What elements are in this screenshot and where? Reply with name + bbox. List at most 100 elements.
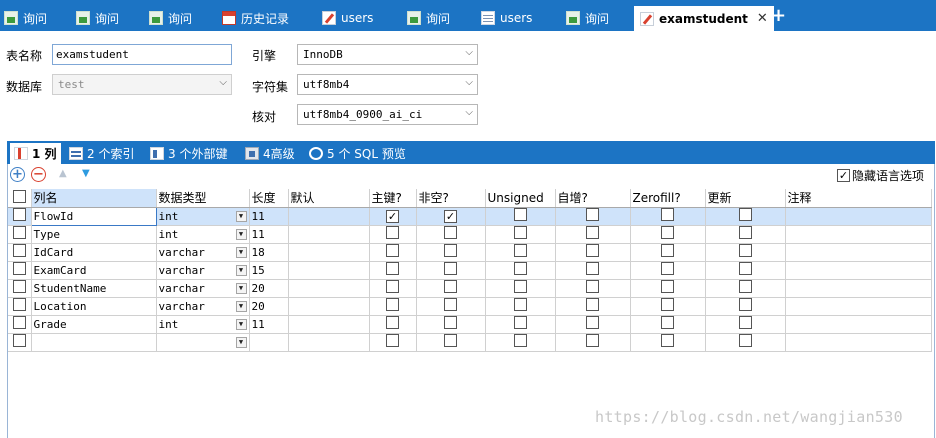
zerofill-checkbox[interactable] — [661, 334, 674, 347]
engine-select[interactable]: InnoDB ⌵ — [297, 44, 478, 65]
zerofill-checkbox[interactable] — [661, 226, 674, 239]
tab-query-2[interactable]: 询问 — [76, 6, 119, 30]
table-row[interactable]: ExamCard varchar ▼ 15 — [8, 261, 932, 280]
on-update-checkbox[interactable] — [738, 226, 752, 239]
row-select-cell[interactable] — [8, 243, 32, 262]
column-name-cell[interactable]: Location — [31, 297, 157, 316]
row-select-checkbox[interactable] — [12, 226, 26, 239]
length-cell[interactable]: 15 — [249, 261, 289, 280]
not-null-checkbox[interactable] — [444, 316, 457, 329]
not-null-cell[interactable] — [416, 243, 486, 262]
not-null-cell[interactable] — [416, 279, 486, 298]
header-auto-increment[interactable]: 自增? — [555, 189, 631, 208]
primary-key-cell[interactable] — [369, 225, 417, 244]
comment-cell[interactable] — [785, 297, 932, 316]
auto-increment-checkbox[interactable] — [586, 226, 599, 239]
charset-select[interactable]: utf8mb4 ⌵ — [297, 74, 478, 95]
not-null-cell[interactable] — [416, 225, 486, 244]
primary-key-cell[interactable] — [369, 297, 417, 316]
move-down-button[interactable]: ▼ — [82, 168, 90, 179]
tab-sql-preview[interactable]: 5 个 SQL 预览 — [309, 144, 406, 163]
primary-key-cell[interactable] — [369, 243, 417, 262]
on-update-cell[interactable] — [705, 225, 786, 244]
on-update-checkbox[interactable] — [738, 208, 752, 221]
length-cell[interactable]: 11 — [249, 225, 289, 244]
chevron-down-icon[interactable]: ▼ — [235, 282, 247, 294]
unsigned-checkbox[interactable] — [513, 226, 527, 239]
row-select-cell[interactable] — [8, 333, 32, 352]
select-all-cell[interactable] — [8, 189, 32, 208]
zerofill-cell[interactable] — [630, 333, 706, 352]
tab-users-grid[interactable]: users — [481, 6, 532, 30]
primary-key-checkbox[interactable] — [386, 226, 399, 239]
length-cell[interactable]: 18 — [249, 243, 289, 262]
table-name-field[interactable]: examstudent — [52, 44, 232, 65]
row-select-checkbox[interactable] — [12, 316, 26, 329]
data-type-cell[interactable]: varchar ▼ — [156, 279, 250, 298]
row-select-cell[interactable] — [8, 297, 32, 316]
zerofill-checkbox[interactable] — [661, 262, 674, 275]
on-update-checkbox[interactable] — [738, 262, 752, 275]
collation-select[interactable]: utf8mb4_0900_ai_ci ⌵ — [297, 104, 478, 125]
tab-examstudent[interactable]: examstudent ✕ — [634, 6, 774, 31]
tab-advanced[interactable]: 4高级 — [245, 144, 295, 163]
header-comment[interactable]: 注释 — [785, 189, 932, 208]
on-update-cell[interactable] — [705, 243, 786, 262]
comment-cell[interactable] — [785, 279, 932, 298]
zerofill-cell[interactable] — [630, 225, 706, 244]
primary-key-checkbox[interactable] — [386, 262, 399, 275]
table-row[interactable]: Location varchar ▼ 20 — [8, 297, 932, 316]
unsigned-cell[interactable] — [485, 279, 556, 298]
table-row[interactable]: StudentName varchar ▼ 20 — [8, 279, 932, 298]
auto-increment-checkbox[interactable] — [586, 334, 599, 347]
comment-cell[interactable] — [785, 261, 932, 280]
unsigned-cell[interactable] — [485, 243, 556, 262]
default-cell[interactable] — [288, 297, 370, 316]
length-cell[interactable]: 11 — [249, 315, 289, 334]
data-type-cell[interactable]: ▼ — [156, 333, 250, 352]
row-select-checkbox[interactable] — [12, 262, 26, 275]
table-row[interactable]: IdCard varchar ▼ 18 — [8, 243, 932, 262]
default-cell[interactable] — [288, 315, 370, 334]
row-select-cell[interactable] — [8, 207, 32, 226]
on-update-cell[interactable] — [705, 333, 786, 352]
row-select-checkbox[interactable] — [12, 280, 26, 293]
unsigned-checkbox[interactable] — [513, 298, 527, 311]
not-null-checkbox[interactable] — [444, 244, 457, 257]
auto-increment-checkbox[interactable] — [586, 298, 599, 311]
zerofill-checkbox[interactable] — [661, 316, 674, 329]
tab-foreign-keys[interactable]: 3 个外部键 — [150, 144, 227, 163]
row-select-cell[interactable] — [8, 261, 32, 280]
default-cell[interactable] — [288, 261, 370, 280]
not-null-cell[interactable] — [416, 297, 486, 316]
length-cell[interactable]: 20 — [249, 297, 289, 316]
chevron-down-icon[interactable]: ▼ — [235, 264, 247, 276]
tab-query-4[interactable]: 询问 — [407, 6, 450, 30]
row-select-checkbox[interactable] — [12, 334, 26, 347]
delete-column-button[interactable]: − — [31, 167, 46, 182]
header-zerofill[interactable]: Zerofill? — [630, 189, 706, 208]
tab-columns[interactable]: 1 列 — [10, 143, 61, 164]
primary-key-checkbox[interactable] — [386, 280, 399, 293]
comment-cell[interactable] — [785, 207, 932, 226]
not-null-cell[interactable] — [416, 315, 486, 334]
chevron-down-icon[interactable]: ▼ — [235, 228, 247, 240]
header-type[interactable]: 数据类型 — [156, 189, 250, 208]
primary-key-cell[interactable] — [369, 315, 417, 334]
on-update-checkbox[interactable] — [738, 280, 752, 293]
primary-key-checkbox[interactable] — [386, 334, 399, 347]
comment-cell[interactable] — [785, 243, 932, 262]
unsigned-checkbox[interactable] — [513, 244, 527, 257]
comment-cell[interactable] — [785, 225, 932, 244]
primary-key-cell[interactable] — [369, 261, 417, 280]
chevron-down-icon[interactable]: ▼ — [235, 210, 247, 222]
hide-language-option[interactable]: ✓ 隐藏语言选项 — [837, 167, 924, 184]
on-update-checkbox[interactable] — [738, 316, 752, 329]
tab-query-1[interactable]: 询问 — [4, 6, 47, 30]
unsigned-cell[interactable] — [485, 333, 556, 352]
primary-key-checkbox[interactable] — [386, 316, 399, 329]
column-name-cell[interactable]: Type — [31, 225, 157, 244]
auto-increment-cell[interactable] — [555, 243, 631, 262]
column-name-cell[interactable] — [31, 333, 157, 352]
auto-increment-checkbox[interactable] — [586, 316, 599, 329]
